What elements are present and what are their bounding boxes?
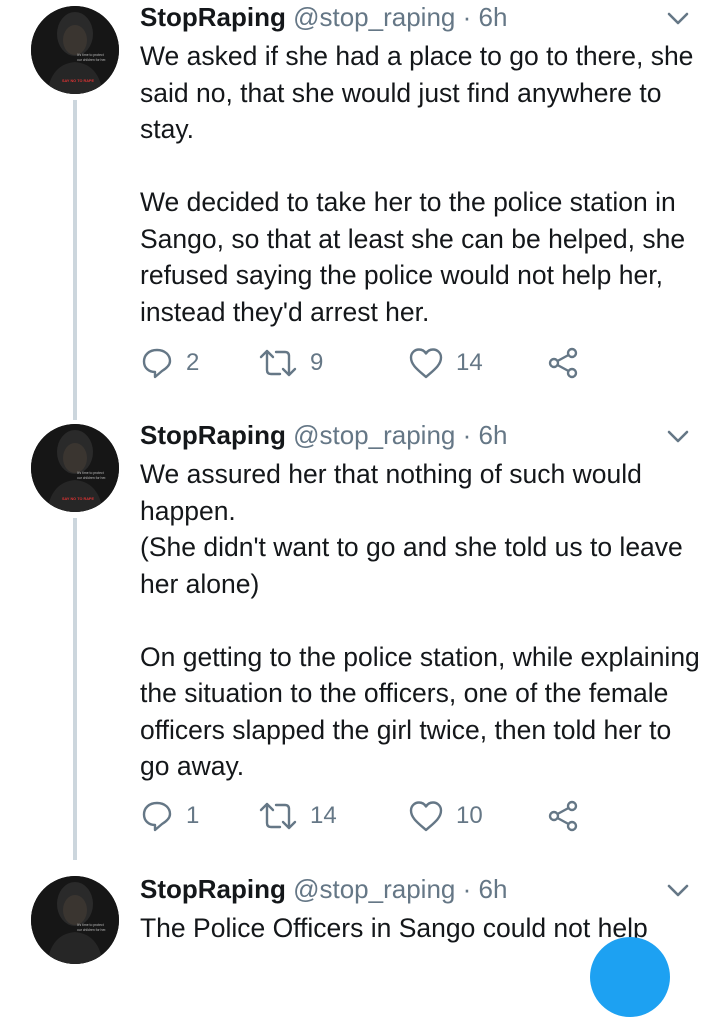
separator: ·: [462, 2, 472, 32]
tweet-paragraph: We decided to take her to the police sta…: [140, 187, 686, 327]
author-name[interactable]: StopRaping: [140, 874, 286, 904]
like-button[interactable]: 14: [408, 343, 483, 383]
retweet-icon: [259, 349, 297, 377]
author-name[interactable]: StopRaping: [140, 420, 286, 450]
compose-button[interactable]: [590, 937, 670, 1017]
share-button[interactable]: [546, 343, 592, 383]
thread-line: [73, 100, 77, 420]
timestamp[interactable]: 6h: [479, 874, 508, 904]
like-button[interactable]: 10: [408, 796, 483, 836]
author-handle[interactable]: @stop_raping: [293, 420, 455, 450]
retweet-button[interactable]: 14: [258, 796, 337, 836]
retweet-button[interactable]: 9: [258, 343, 323, 383]
avatar-caption-line: It's time to protect: [77, 53, 104, 57]
tweet-text: We asked if she had a place to go to the…: [140, 38, 700, 330]
tweet-header: StopRaping @stop_raping · 6h: [140, 872, 507, 906]
share-button[interactable]: [546, 796, 592, 836]
author-handle[interactable]: @stop_raping: [293, 2, 455, 32]
tweet-paragraph: We asked if she had a place to go to the…: [140, 41, 694, 144]
avatar-banner-text: SAY NO TO RAPE: [62, 79, 94, 83]
reply-icon: [142, 801, 172, 832]
avatar-image: It's time to protect our children for he…: [31, 6, 119, 94]
chevron-down-icon[interactable]: [665, 424, 691, 450]
avatar[interactable]: It's time to protect our children for he…: [31, 6, 119, 94]
avatar-image: It's time to protect our children for he…: [31, 876, 119, 964]
avatar-caption-line: our children for her.: [77, 58, 106, 62]
separator: ·: [462, 874, 472, 904]
share-icon: [548, 800, 578, 832]
separator: ·: [462, 420, 472, 450]
reply-count: 2: [186, 349, 200, 376]
avatar-image: It's time to protect our children for he…: [31, 424, 119, 512]
like-count: 14: [456, 349, 483, 376]
heart-icon: [409, 801, 443, 832]
retweet-count: 9: [310, 349, 324, 376]
tweet-actions: 1 14 10: [140, 796, 700, 836]
reply-icon: [142, 348, 172, 379]
timestamp[interactable]: 6h: [479, 2, 508, 32]
retweet-icon: [259, 802, 297, 830]
avatar-caption-line: It's time to protect: [77, 471, 104, 475]
avatar-caption-line: our children for her.: [77, 476, 106, 480]
thread-line: [73, 518, 77, 860]
like-count: 10: [456, 802, 483, 829]
reply-button[interactable]: 2: [140, 343, 199, 383]
chevron-down-icon[interactable]: [665, 878, 691, 904]
share-icon: [548, 347, 578, 379]
timestamp[interactable]: 6h: [479, 420, 508, 450]
reply-button[interactable]: 1: [140, 796, 199, 836]
author-handle[interactable]: @stop_raping: [293, 874, 455, 904]
tweet-header: StopRaping @stop_raping · 6h: [140, 0, 507, 34]
author-name[interactable]: StopRaping: [140, 2, 286, 32]
reply-count: 1: [186, 802, 200, 829]
tweet-paragraph: We assured her that nothing of such woul…: [140, 459, 683, 599]
avatar-caption-line: our children for her.: [77, 928, 106, 932]
avatar[interactable]: It's time to protect our children for he…: [31, 876, 119, 964]
avatar-banner-text: SAY NO TO RAPE: [62, 497, 94, 501]
tweet-paragraph: On getting to the police station, while …: [140, 641, 700, 782]
tweet-text: We assured her that nothing of such woul…: [140, 456, 700, 785]
heart-icon: [409, 348, 443, 379]
tweet-actions: 2 9 14: [140, 343, 700, 383]
retweet-count: 14: [310, 802, 337, 829]
chevron-down-icon[interactable]: [665, 6, 691, 32]
avatar[interactable]: It's time to protect our children for he…: [31, 424, 119, 512]
tweet-header: StopRaping @stop_raping · 6h: [140, 418, 507, 452]
avatar-caption-line: It's time to protect: [77, 923, 104, 927]
